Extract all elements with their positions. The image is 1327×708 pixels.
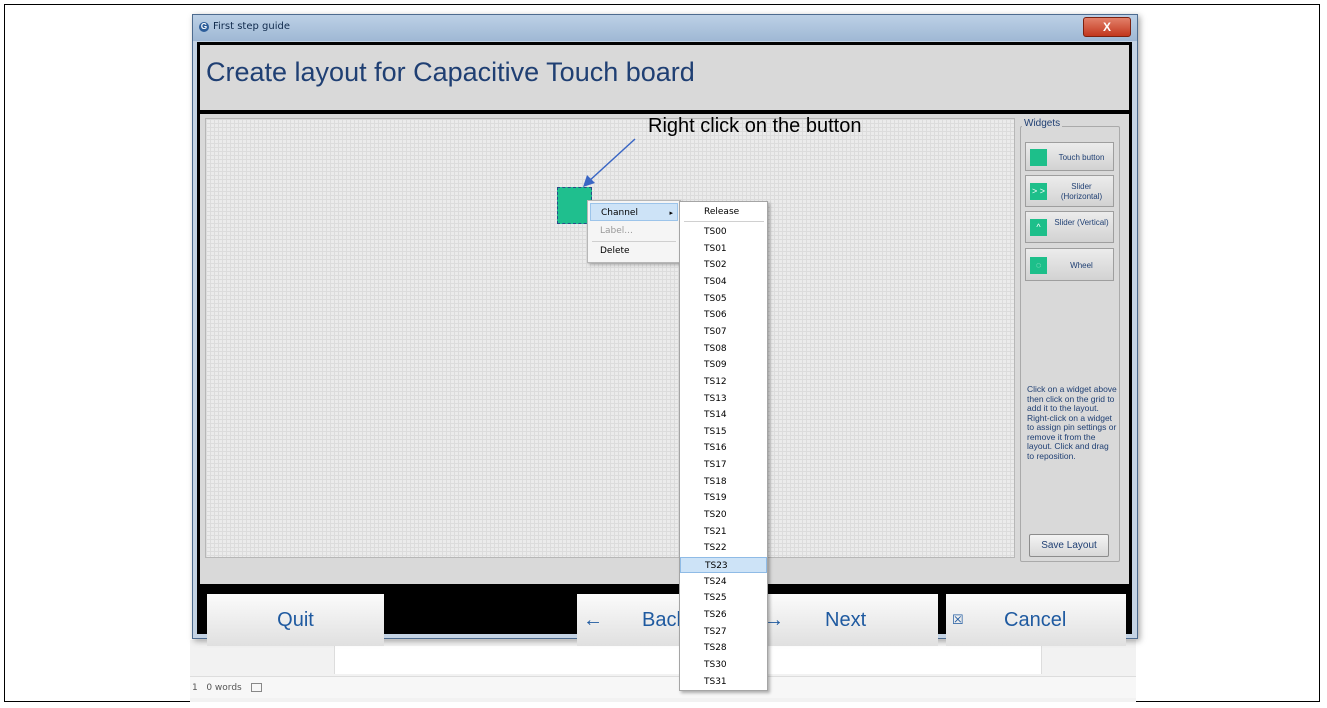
submenu-item-ts13[interactable]: TS13 bbox=[680, 391, 767, 407]
submenu-item-ts05[interactable]: TS05 bbox=[680, 291, 767, 307]
submenu-item-ts31[interactable]: TS31 bbox=[680, 674, 767, 690]
submenu-item-ts09[interactable]: TS09 bbox=[680, 357, 767, 373]
submenu-item-ts02[interactable]: TS02 bbox=[680, 257, 767, 273]
submenu-item-ts17[interactable]: TS17 bbox=[680, 457, 767, 473]
submenu-item-ts28[interactable]: TS28 bbox=[680, 640, 767, 656]
submenu-item-ts23[interactable]: TS23 bbox=[680, 557, 767, 573]
menu-item-label: Label... bbox=[600, 226, 633, 236]
context-menu-delete[interactable]: Delete bbox=[590, 242, 678, 260]
submenu-item-ts16[interactable]: TS16 bbox=[680, 440, 767, 456]
submenu-item-ts25[interactable]: TS25 bbox=[680, 590, 767, 606]
context-menu-label[interactable]: Label... bbox=[590, 222, 678, 240]
submenu-item-ts01[interactable]: TS01 bbox=[680, 241, 767, 257]
menu-separator bbox=[684, 221, 764, 222]
submenu-arrow-icon: ▸ bbox=[669, 209, 673, 217]
menu-item-label: Channel bbox=[601, 208, 638, 218]
submenu-item-ts04[interactable]: TS04 bbox=[680, 274, 767, 290]
submenu-item-ts14[interactable]: TS14 bbox=[680, 407, 767, 423]
submenu-item-ts15[interactable]: TS15 bbox=[680, 424, 767, 440]
channel-submenu: Release TS00 TS01 TS02 TS04 TS05 TS06 TS07 TS08… bbox=[679, 201, 768, 691]
submenu-item-ts26[interactable]: TS26 bbox=[680, 607, 767, 623]
submenu-item-ts20[interactable]: TS20 bbox=[680, 507, 767, 523]
submenu-item-ts24[interactable]: TS24 bbox=[680, 574, 767, 590]
submenu-item-ts19[interactable]: TS19 bbox=[680, 490, 767, 506]
submenu-item-ts21[interactable]: TS21 bbox=[680, 524, 767, 540]
submenu-item-ts00[interactable]: TS00 bbox=[680, 224, 767, 240]
context-menu-channel[interactable]: Channel ▸ bbox=[590, 203, 678, 221]
context-menu: Channel ▸ Label... Delete bbox=[587, 200, 681, 263]
submenu-item-release[interactable]: Release bbox=[704, 207, 739, 217]
submenu-item-ts18[interactable]: TS18 bbox=[680, 474, 767, 490]
submenu-item-ts07[interactable]: TS07 bbox=[680, 324, 767, 340]
submenu-item-ts27[interactable]: TS27 bbox=[680, 624, 767, 640]
menu-item-label: Delete bbox=[600, 246, 630, 256]
submenu-item-ts12[interactable]: TS12 bbox=[680, 374, 767, 390]
submenu-item-ts22[interactable]: TS22 bbox=[680, 540, 767, 556]
submenu-item-ts30[interactable]: TS30 bbox=[680, 657, 767, 673]
submenu-item-ts06[interactable]: TS06 bbox=[680, 307, 767, 323]
submenu-item-ts08[interactable]: TS08 bbox=[680, 341, 767, 357]
annotation-arrow-icon bbox=[583, 138, 636, 187]
